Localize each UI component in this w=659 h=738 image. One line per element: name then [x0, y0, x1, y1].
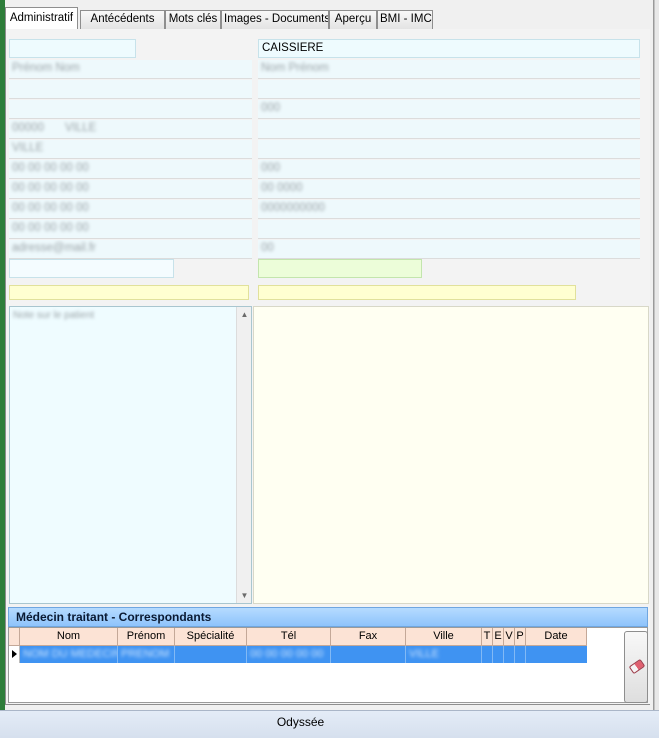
phone-field-3[interactable]: 00 00 00 00 00	[9, 200, 252, 219]
cell-v	[504, 646, 515, 663]
cell-nom-value: NOM DU MEDECIN	[23, 648, 118, 660]
tab-antecedents[interactable]: Antécédents	[80, 10, 165, 29]
col-e[interactable]: E	[493, 628, 504, 646]
cell-tel-value: 00 00 00 00 00	[250, 648, 324, 660]
status-bar: Odyssée	[0, 710, 659, 738]
city-line-field[interactable]: VILLE	[9, 140, 252, 159]
right-value-7: 000	[261, 162, 281, 174]
city-value: VILLE	[65, 122, 97, 134]
right-value-11: 00	[261, 242, 274, 254]
right-field-11[interactable]: 00	[258, 240, 640, 259]
cell-fax	[331, 646, 406, 663]
green-field[interactable]	[258, 259, 422, 278]
administratif-panel: Prénom Nom 00000 VILLE VILLE 00 00 00 00…	[5, 29, 650, 705]
phone-value-2: 00 00 00 00 00	[12, 182, 89, 194]
scroll-up-arrow-icon[interactable]: ▲	[237, 307, 252, 322]
profession-field[interactable]: CAISSIERE	[258, 39, 640, 58]
right-field-5[interactable]	[258, 120, 640, 139]
notes-textarea[interactable]: Note sur le patient ▲ ▼	[9, 306, 252, 604]
cell-specialite	[175, 646, 247, 663]
eraser-icon	[628, 658, 646, 675]
correspondants-grid: Nom Prénom Spécialité Tél Fax Ville T E …	[8, 627, 648, 703]
cell-prenom-value: PRENOM	[121, 648, 170, 660]
yellow-field-right[interactable]	[258, 285, 576, 300]
window-right-edge	[654, 0, 659, 738]
patient-field-3[interactable]	[9, 80, 252, 99]
cell-date	[526, 646, 587, 663]
city-line-value: VILLE	[12, 142, 44, 154]
right-field-3[interactable]	[258, 80, 640, 99]
col-date[interactable]: Date	[526, 628, 587, 646]
right-field-4[interactable]: 000	[258, 100, 640, 119]
cell-ville: VILLE	[406, 646, 482, 663]
col-nom[interactable]: Nom	[20, 628, 118, 646]
right-value-8: 00 0000	[261, 182, 303, 194]
right-value-2: Nom Prénom	[261, 62, 329, 74]
phone-value-4: 00 00 00 00 00	[12, 222, 89, 234]
correspondants-title: Médecin traitant - Correspondants	[8, 607, 648, 627]
city-field[interactable]: VILLE	[62, 120, 252, 139]
col-ville[interactable]: Ville	[406, 628, 482, 646]
right-field-7[interactable]: 000	[258, 160, 640, 179]
cell-prenom: PRENOM	[118, 646, 175, 663]
phone-field-4[interactable]: 00 00 00 00 00	[9, 220, 252, 239]
right-field-9[interactable]: 0000000000	[258, 200, 640, 219]
postal-code-value: 00000	[12, 122, 44, 134]
patient-field-4[interactable]	[9, 100, 252, 119]
patient-field-12[interactable]	[9, 259, 174, 278]
postal-code-field[interactable]: 00000	[9, 120, 59, 139]
table-row[interactable]: NOM DU MEDECIN PRENOM 00 00 00 00 00 VIL…	[20, 646, 587, 663]
status-text: Odyssée	[276, 715, 325, 729]
patient-window: Administratif Antécédents Mots clés Imag…	[5, 0, 654, 710]
tab-images-documents[interactable]: Images - Documents	[221, 10, 329, 29]
tab-bmi-imc[interactable]: BMI - IMC	[377, 10, 433, 29]
col-specialite[interactable]: Spécialité	[175, 628, 247, 646]
notes-text: Note sur le patient	[13, 310, 95, 321]
yellow-field-left[interactable]	[9, 285, 249, 300]
row-pointer-icon	[9, 646, 20, 663]
patient-field-1[interactable]	[9, 39, 136, 58]
right-field-8[interactable]: 00 0000	[258, 180, 640, 199]
patient-name-field[interactable]: Prénom Nom	[9, 60, 252, 79]
cell-nom: NOM DU MEDECIN	[20, 646, 118, 663]
tab-administratif[interactable]: Administratif	[5, 7, 78, 29]
email-value: adresse@mail.fr	[12, 242, 96, 254]
tab-apercu[interactable]: Aperçu	[329, 10, 377, 29]
col-prenom[interactable]: Prénom	[118, 628, 175, 646]
col-fax[interactable]: Fax	[331, 628, 406, 646]
tab-mots-cles[interactable]: Mots clés	[165, 10, 221, 29]
email-field[interactable]: adresse@mail.fr	[9, 240, 252, 259]
col-tel[interactable]: Tél	[247, 628, 331, 646]
col-p[interactable]: P	[515, 628, 526, 646]
cell-p	[515, 646, 526, 663]
cell-t	[482, 646, 493, 663]
phone-field-1[interactable]: 00 00 00 00 00	[9, 160, 252, 179]
grid-header-corner	[9, 628, 20, 646]
right-value-9: 0000000000	[261, 202, 325, 214]
right-value-4: 000	[261, 102, 281, 114]
right-field-2[interactable]: Nom Prénom	[258, 60, 640, 79]
cell-ville-value: VILLE	[409, 648, 439, 660]
clear-correspondant-button[interactable]	[624, 631, 648, 703]
scroll-down-arrow-icon[interactable]: ▼	[237, 588, 252, 603]
phone-field-2[interactable]: 00 00 00 00 00	[9, 180, 252, 199]
col-v[interactable]: V	[504, 628, 515, 646]
phone-value-3: 00 00 00 00 00	[12, 202, 89, 214]
comments-area[interactable]	[253, 306, 649, 604]
tab-strip: Administratif Antécédents Mots clés Imag…	[5, 7, 650, 36]
cell-tel: 00 00 00 00 00	[247, 646, 331, 663]
patient-name-value: Prénom Nom	[12, 62, 80, 74]
notes-scrollbar[interactable]: ▲ ▼	[236, 307, 251, 603]
col-t[interactable]: T	[482, 628, 493, 646]
right-field-6[interactable]	[258, 140, 640, 159]
right-field-10[interactable]	[258, 220, 640, 239]
phone-value-1: 00 00 00 00 00	[12, 162, 89, 174]
cell-e	[493, 646, 504, 663]
